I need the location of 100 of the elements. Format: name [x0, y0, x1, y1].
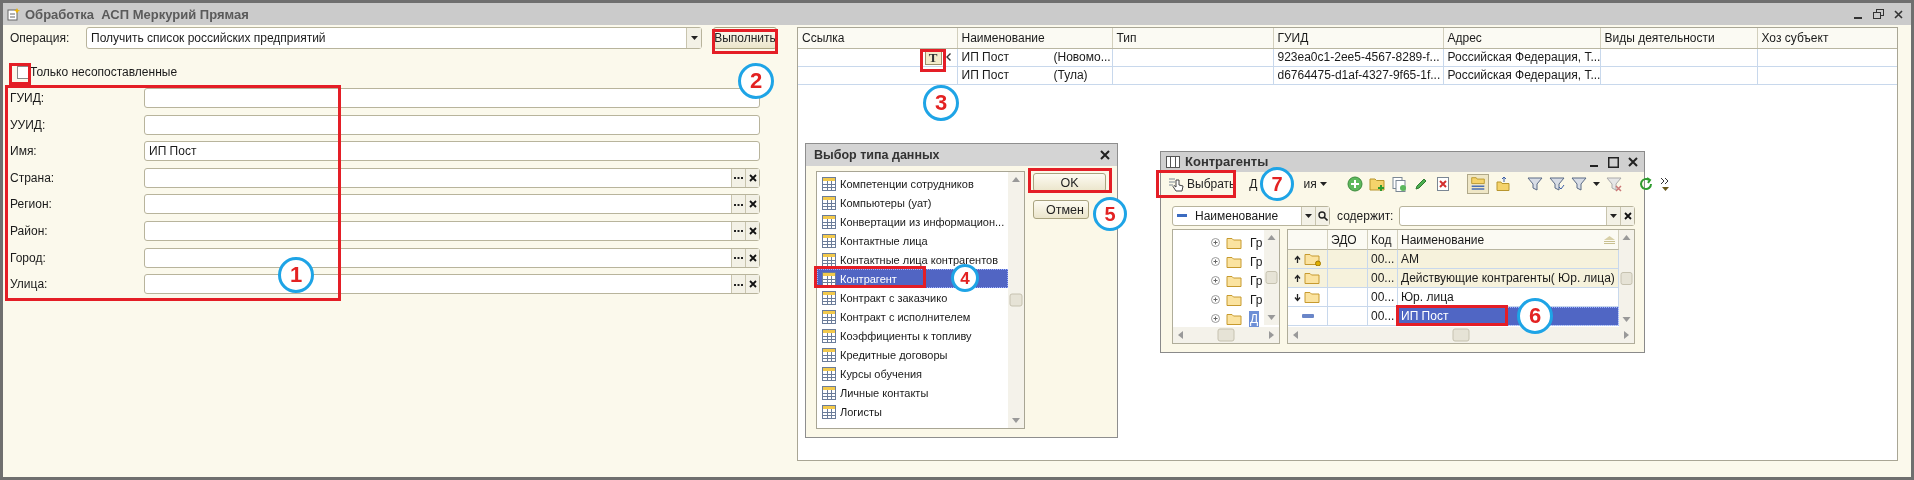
table-cell[interactable]	[1288, 250, 1328, 269]
table-cell[interactable]: 00...	[1368, 269, 1398, 288]
table-icon	[821, 232, 837, 249]
column-header[interactable]: Код	[1368, 230, 1398, 250]
dropdown-field[interactable]: Получить список российских предприятий	[86, 27, 702, 49]
clear-icon	[748, 253, 757, 262]
scrollbar[interactable]	[1288, 327, 1634, 343]
clear-button[interactable]	[1620, 207, 1634, 225]
window-title: Обработка АСП Меркурий Прямая	[25, 6, 249, 22]
scrollbar[interactable]	[1619, 230, 1634, 327]
pencil-icon[interactable]	[1412, 176, 1429, 192]
input-field[interactable]	[144, 194, 760, 215]
cancel-button[interactable]: Отмен	[1033, 200, 1089, 219]
search-button[interactable]	[1315, 207, 1329, 225]
copy-icon[interactable]	[1390, 176, 1407, 192]
clear-button[interactable]	[745, 275, 759, 294]
table-icon	[821, 270, 837, 287]
column-header[interactable]: Тип	[1112, 28, 1273, 48]
filter-icon[interactable]	[1526, 176, 1543, 192]
expand-icon[interactable]	[1211, 295, 1220, 304]
table-cell[interactable]	[1328, 307, 1368, 326]
list-item[interactable]: Компетенции сотрудников	[817, 174, 1008, 193]
list-item[interactable]: Коэффициенты к топливу	[817, 326, 1008, 345]
scrollbar[interactable]	[1173, 327, 1279, 343]
table-cell[interactable]	[1288, 269, 1328, 288]
more-icon[interactable]	[1659, 176, 1671, 192]
type-list[interactable]	[816, 171, 1025, 429]
expand-icon[interactable]	[1211, 238, 1220, 247]
delete-icon[interactable]	[1434, 176, 1451, 192]
close-icon[interactable]	[1628, 157, 1638, 167]
folder-plus-icon[interactable]	[1368, 176, 1385, 192]
input-field[interactable]	[144, 247, 760, 268]
tree-item[interactable]: Гр	[1249, 253, 1264, 270]
list-item[interactable]: Логисты	[817, 402, 1008, 421]
table-cell[interactable]: 00...	[1368, 250, 1398, 269]
table-cell[interactable]: Действующие контрагенты( Юр. лица)	[1398, 269, 1619, 288]
input-field[interactable]: ИП Пост	[144, 141, 760, 162]
input-field[interactable]	[144, 167, 760, 188]
list-item[interactable]: Кредитные договоры	[817, 345, 1008, 364]
choose-button[interactable]	[731, 275, 745, 294]
list-item[interactable]: Компьютеры (уат)	[817, 193, 1008, 212]
dropdown-value: Получить список российских предприятий	[90, 31, 327, 45]
table-cell[interactable]: АМ	[1398, 250, 1619, 269]
add-icon[interactable]	[1346, 176, 1363, 192]
input-field[interactable]	[1399, 206, 1635, 226]
table-icon	[821, 289, 837, 306]
restore-icon[interactable]	[1873, 9, 1884, 19]
column-header[interactable]: Наименование	[957, 28, 1112, 48]
input-field[interactable]	[144, 220, 760, 241]
tree-item[interactable]: Гр	[1249, 272, 1264, 289]
clear-button[interactable]	[745, 195, 759, 214]
expand-icon[interactable]	[1211, 257, 1220, 266]
column-header[interactable]: Хоз субъект	[1757, 28, 1897, 48]
close-icon[interactable]	[1894, 9, 1903, 19]
clear-button[interactable]	[745, 248, 759, 267]
table-cell[interactable]	[1288, 288, 1328, 307]
choose-button[interactable]	[731, 195, 745, 214]
expand-icon[interactable]	[1211, 314, 1220, 323]
table-cell[interactable]: 00...	[1368, 288, 1398, 307]
close-icon[interactable]	[1100, 150, 1110, 160]
folder-up-icon[interactable]	[1494, 176, 1511, 192]
choose-button[interactable]	[731, 168, 745, 187]
dropdown-button[interactable]	[686, 28, 701, 48]
list-item[interactable]: Личные контакты	[817, 383, 1008, 402]
input-field[interactable]	[144, 88, 760, 108]
tree-item[interactable]: Гр	[1249, 234, 1264, 251]
refresh-icon[interactable]	[1637, 176, 1654, 192]
clear-button[interactable]	[745, 168, 759, 187]
hierarchy-icon[interactable]	[1466, 174, 1489, 194]
table-cell[interactable]	[1328, 269, 1368, 288]
filter-icon[interactable]	[1548, 176, 1565, 192]
filter-clear-icon[interactable]	[1605, 176, 1622, 192]
column-header[interactable]: Наименование	[1398, 230, 1619, 250]
table-cell[interactable]	[1328, 288, 1368, 307]
scrollbar[interactable]	[1264, 230, 1279, 325]
clear-button[interactable]	[745, 221, 759, 240]
list-item[interactable]: Контактные лица	[817, 231, 1008, 250]
column-header[interactable]: Виды деятельности	[1600, 28, 1757, 48]
table-cell[interactable]	[1328, 250, 1368, 269]
choose-button[interactable]	[731, 248, 745, 267]
column-header[interactable]: Ссылка	[798, 28, 957, 48]
expand-icon[interactable]	[1211, 276, 1220, 285]
table-cell[interactable]: 00...	[1368, 307, 1398, 326]
list-item[interactable]: Контракт с исполнителем	[817, 307, 1008, 326]
input-field[interactable]	[144, 114, 760, 135]
dropdown-button[interactable]	[1606, 207, 1620, 225]
tree-item[interactable]: Гр	[1249, 291, 1264, 308]
scrollbar[interactable]	[1008, 172, 1024, 428]
dropdown-field[interactable]: Наименование	[1172, 206, 1330, 226]
maximize-icon[interactable]	[1608, 156, 1619, 168]
list-item[interactable]: Конвертации из информацион...	[817, 212, 1008, 231]
table-cell[interactable]	[1288, 307, 1328, 326]
column-header[interactable]: ЭДО	[1328, 230, 1368, 250]
column-header[interactable]: Адрес	[1443, 28, 1600, 48]
list-item[interactable]: Курсы обучения	[817, 364, 1008, 383]
filter-icon[interactable]	[1570, 176, 1587, 192]
table-cell: (Тула)	[1053, 68, 1088, 82]
column-header[interactable]: ГУИД	[1273, 28, 1443, 48]
dropdown-button[interactable]	[1301, 207, 1315, 225]
choose-button[interactable]	[731, 221, 745, 240]
